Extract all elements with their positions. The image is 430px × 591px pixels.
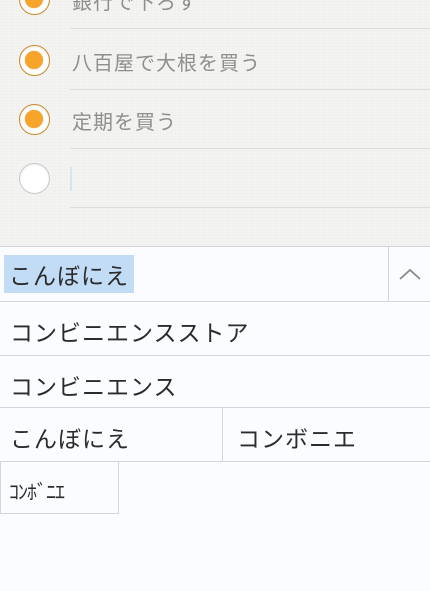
task-row[interactable]: 定期を買う [0,90,430,149]
task-label[interactable]: 銀行で下ろす [72,0,198,15]
composing-text-label: こんぼにえ [4,255,134,293]
ime-candidate-panel: こんぼにえ コンビニエンスストア コンビニエンス こんぼにえ コンボニエ ｺﾝﾎ… [0,246,430,591]
candidate-label: コンボニエ [237,427,357,453]
candidate-label: コンビニエンスストア [10,321,250,347]
task-checkbox[interactable] [19,45,50,76]
candidate-label: ｺﾝﾎﾞﾆｴ [9,480,65,504]
task-row[interactable]: 八百屋で大根を買う [0,31,430,90]
task-checkbox[interactable] [19,0,50,15]
collapse-candidates-button[interactable] [389,247,430,302]
chevron-up-icon [398,268,421,280]
candidate-label: こんぼにえ [10,427,130,453]
candidate-item[interactable]: コンビニエンスストア [0,302,430,356]
task-label[interactable]: 定期を買う [72,106,177,135]
task-label[interactable]: 八百屋で大根を買う [72,47,261,76]
composing-text[interactable]: こんぼにえ [0,247,389,302]
task-checkbox[interactable] [19,104,50,135]
row-divider [70,207,430,208]
candidate-item[interactable]: こんぼにえ [0,408,223,462]
candidate-item[interactable]: ｺﾝﾎﾞﾆｴ [0,462,119,514]
candidate-item[interactable]: コンボニエ [223,408,430,462]
candidate-item[interactable]: コンビニエンス [0,356,430,408]
text-cursor [70,167,72,191]
task-row-new[interactable] [0,149,430,208]
task-row[interactable]: 銀行で下ろす [0,0,430,29]
task-list: 銀行で下ろす 八百屋で大根を買う 定期を買う [0,0,430,246]
row-divider [70,28,430,29]
candidate-label: コンビニエンス [10,375,178,401]
task-checkbox[interactable] [19,163,50,194]
